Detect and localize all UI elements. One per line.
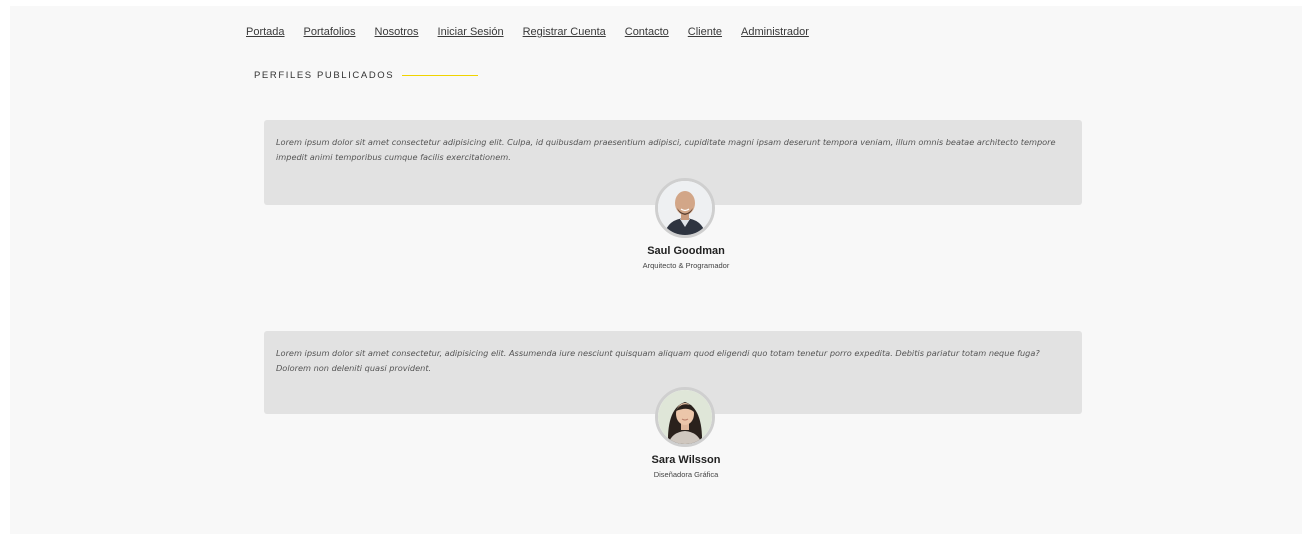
avatar — [655, 178, 715, 238]
section-heading: PERFILES PUBLICADOS — [254, 70, 479, 81]
testimonial-quote: Lorem ipsum dolor sit amet consectetur a… — [276, 137, 1056, 162]
section-title-text: PERFILES PUBLICADOS — [254, 70, 395, 81]
nav-link-portafolios[interactable]: Portafolios — [304, 26, 356, 38]
page-background: Portada Portafolios Nosotros Iniciar Ses… — [10, 6, 1302, 534]
nav-link-nosotros[interactable]: Nosotros — [375, 26, 419, 38]
profile-role: Diseñadora Gráfica — [653, 470, 719, 479]
testimonial-quote: Lorem ipsum dolor sit amet consectetur, … — [276, 348, 1040, 373]
nav-link-administrador[interactable]: Administrador — [741, 26, 809, 38]
profile-name: Saul Goodman — [647, 245, 725, 257]
nav-link-iniciar-sesion[interactable]: Iniciar Sesión — [438, 26, 504, 38]
nav-link-portada[interactable]: Portada — [246, 26, 285, 38]
nav-link-cliente[interactable]: Cliente — [688, 26, 722, 38]
main-nav: Portada Portafolios Nosotros Iniciar Ses… — [246, 26, 828, 38]
section-title-underline — [402, 75, 479, 76]
nav-link-contacto[interactable]: Contacto — [625, 26, 669, 38]
profile-name: Sara Wilsson — [651, 454, 721, 466]
profile-info: Saul Goodman Arquitecto & Programador — [586, 245, 786, 270]
avatar-photo-icon — [658, 390, 712, 444]
profile-info: Sara Wilsson Diseñadora Gráfica — [586, 454, 786, 479]
avatar — [655, 387, 715, 447]
avatar-photo-icon — [658, 181, 712, 235]
profile-role: Arquitecto & Programador — [642, 261, 730, 270]
nav-link-registrar-cuenta[interactable]: Registrar Cuenta — [523, 26, 606, 38]
